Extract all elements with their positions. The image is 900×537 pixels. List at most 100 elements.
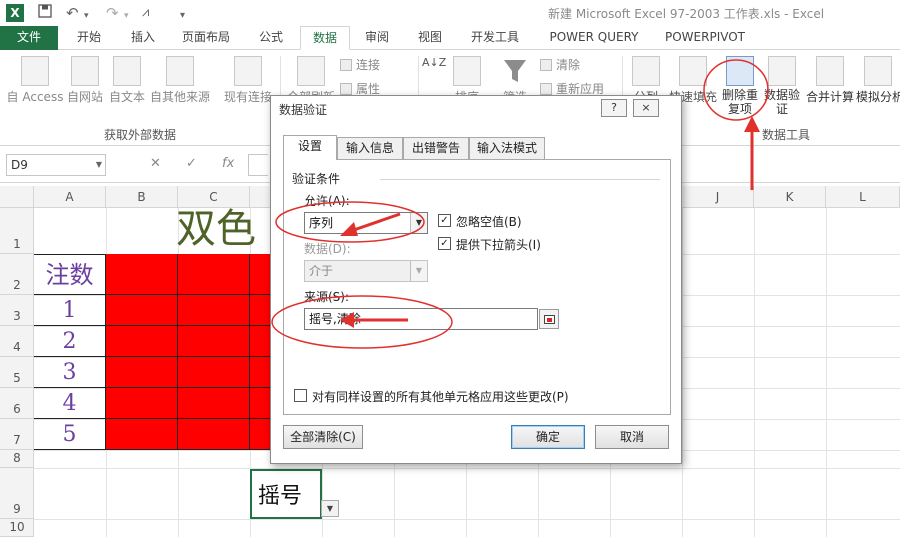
redo-icon[interactable]: ↷ [106, 3, 119, 23]
remove-duplicates-button[interactable]: 删除重复项 [722, 56, 758, 116]
red-cell[interactable] [250, 388, 270, 419]
red-cell[interactable] [250, 254, 270, 295]
whatif-icon [864, 56, 892, 86]
tab-file[interactable]: 文件 [0, 26, 58, 50]
column-header[interactable]: L [826, 186, 900, 208]
connections-button[interactable]: 连接 [340, 56, 380, 73]
tab-view[interactable]: 视图 [411, 26, 449, 50]
tab-developer[interactable]: 开发工具 [464, 26, 526, 50]
from-other-sources-button[interactable]: 自其他来源 [148, 56, 212, 105]
row-header[interactable]: 9 [0, 468, 34, 519]
undo-dropdown-icon[interactable]: ▾ [84, 6, 89, 26]
red-cell[interactable] [178, 254, 250, 295]
data-operator-select[interactable]: 介于 ▼ [304, 260, 428, 282]
data-validation-button[interactable]: 数据验证 [762, 56, 802, 116]
save-icon[interactable] [38, 3, 52, 23]
red-cell[interactable] [250, 326, 270, 357]
tab-power-query[interactable]: POWER QUERY [544, 26, 644, 50]
whatif-button[interactable]: 模拟分析 [856, 56, 900, 105]
tab-ime-mode[interactable]: 输入法模式 [469, 137, 545, 159]
range-select-icon[interactable] [539, 309, 559, 329]
row-header[interactable]: 3 [0, 295, 34, 326]
row-header[interactable]: 6 [0, 388, 34, 419]
column-header[interactable]: A [34, 186, 106, 208]
name-box[interactable]: D9 ▼ [6, 154, 106, 176]
column-header[interactable]: J [682, 186, 754, 208]
tab-data[interactable]: 数据 [300, 26, 350, 50]
undo-icon[interactable]: ↶ [66, 3, 79, 23]
tab-powerpivot[interactable]: POWERPIVOT [662, 26, 748, 50]
consolidate-button[interactable]: 合并计算 [804, 56, 856, 105]
clear-filter-button[interactable]: 清除 [540, 56, 580, 73]
red-cell[interactable] [178, 295, 250, 326]
confirm-edit-icon[interactable]: ✓ [186, 156, 197, 171]
allow-select[interactable]: 序列 ▼ [304, 212, 428, 234]
ignore-blank-checkbox[interactable]: ✓ [438, 214, 451, 227]
from-access-button[interactable]: 自 Access [6, 56, 64, 105]
tab-review[interactable]: 审阅 [358, 26, 396, 50]
redo-dropdown-icon[interactable]: ▾ [124, 6, 129, 26]
number-cell[interactable]: 3 [34, 357, 106, 388]
cancel-button[interactable]: 取消 [595, 425, 669, 449]
row-header[interactable]: 1 [0, 208, 34, 254]
red-cell[interactable] [250, 357, 270, 388]
column-header[interactable]: K [754, 186, 826, 208]
tab-insert[interactable]: 插入 [124, 26, 162, 50]
tab-error-alert[interactable]: 出错警告 [403, 137, 469, 159]
split-columns-icon [632, 56, 660, 86]
from-text-button[interactable]: 自文本 [106, 56, 148, 105]
red-cell[interactable] [250, 419, 270, 450]
row-header[interactable]: 10 [0, 519, 34, 537]
red-cell[interactable] [106, 326, 178, 357]
ok-button[interactable]: 确定 [511, 425, 585, 449]
select-all-corner[interactable] [0, 186, 34, 208]
row-header[interactable]: 5 [0, 357, 34, 388]
source-input[interactable]: 摇号,清除 [304, 308, 538, 330]
dropdown-checkbox[interactable]: ✓ [438, 237, 451, 250]
data-label: 数据(D): [304, 242, 351, 256]
row-header[interactable]: 8 [0, 450, 34, 468]
chart-icon[interactable]: ⩘ [142, 3, 149, 23]
from-web-button[interactable]: 自网站 [64, 56, 106, 105]
formula-input[interactable] [248, 154, 268, 176]
number-cell[interactable]: 2 [34, 326, 106, 357]
red-cell[interactable] [106, 357, 178, 388]
red-cell[interactable] [106, 254, 178, 295]
row-header[interactable]: 7 [0, 419, 34, 450]
existing-connections-button[interactable]: 现有连接 [220, 56, 276, 105]
tab-formulas[interactable]: 公式 [252, 26, 290, 50]
sort-az-button[interactable]: A↓Z [422, 56, 446, 69]
chevron-down-icon[interactable]: ▼ [96, 155, 102, 175]
row-header[interactable]: 2 [0, 254, 34, 295]
tab-home[interactable]: 开始 [70, 26, 108, 50]
red-cell[interactable] [178, 419, 250, 450]
chevron-down-icon[interactable]: ▼ [410, 261, 427, 281]
apply-all-checkbox[interactable] [294, 389, 307, 402]
cancel-edit-icon[interactable]: ✕ [150, 156, 161, 171]
number-cell[interactable]: 1 [34, 295, 106, 326]
close-button[interactable]: × [633, 99, 659, 117]
customize-icon[interactable]: ▾ [180, 6, 185, 26]
other-sources-icon [166, 56, 194, 86]
tab-page-layout[interactable]: 页面布局 [176, 26, 236, 50]
red-cell[interactable] [106, 388, 178, 419]
cell-dropdown-arrow[interactable]: ▼ [321, 500, 339, 517]
red-cell[interactable] [178, 357, 250, 388]
tab-input-message[interactable]: 输入信息 [337, 137, 403, 159]
help-button[interactable]: ? [601, 99, 627, 117]
number-cell[interactable]: 4 [34, 388, 106, 419]
red-cell[interactable] [178, 326, 250, 357]
insert-function-button[interactable]: fx [222, 156, 234, 171]
red-cell[interactable] [106, 295, 178, 326]
red-cell[interactable] [178, 388, 250, 419]
row-header[interactable]: 4 [0, 326, 34, 357]
sheet-title-cell[interactable]: 双色 [176, 204, 256, 254]
number-cell[interactable]: 5 [34, 419, 106, 450]
header-cell[interactable]: 注数 [34, 254, 106, 295]
column-header[interactable]: B [106, 186, 178, 208]
red-cell[interactable] [250, 295, 270, 326]
chevron-down-icon[interactable]: ▼ [410, 213, 427, 233]
clear-all-button[interactable]: 全部清除(C) [283, 425, 363, 449]
tab-settings[interactable]: 设置 [283, 135, 337, 160]
red-cell[interactable] [106, 419, 178, 450]
